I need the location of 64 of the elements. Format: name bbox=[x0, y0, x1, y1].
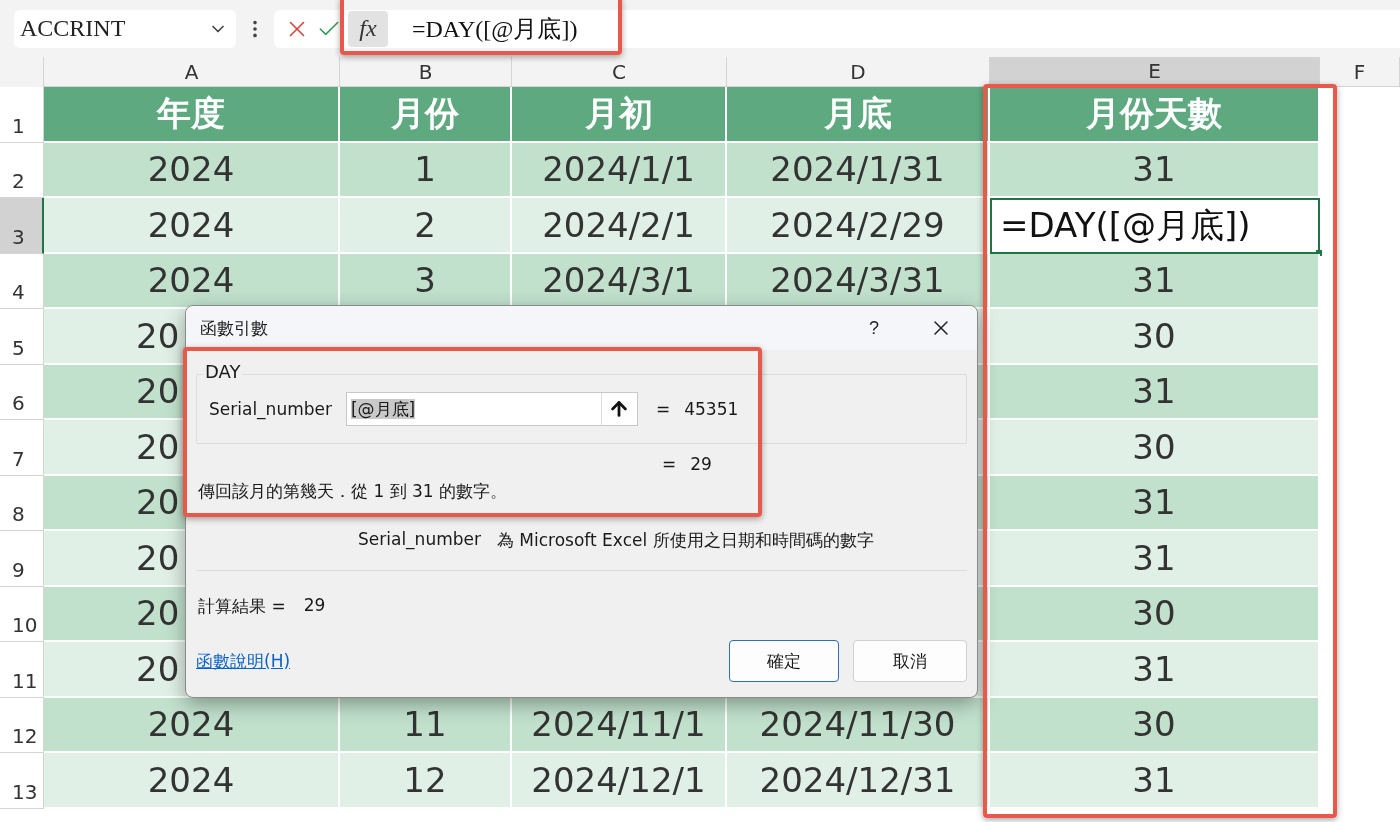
column-header[interactable]: A bbox=[44, 57, 340, 87]
table-cell: 2024/2/1 bbox=[512, 198, 727, 254]
row-header[interactable]: 9 bbox=[0, 531, 44, 587]
column-header[interactable]: D bbox=[727, 57, 990, 87]
table-cell: 11 bbox=[340, 697, 512, 753]
table-cell: 31 bbox=[990, 753, 1320, 809]
argument-value: 45351 bbox=[684, 399, 739, 419]
table-cell: 31 bbox=[990, 642, 1320, 698]
name-box[interactable]: ACCRINT bbox=[14, 9, 236, 48]
table-cell: 31 bbox=[990, 253, 1320, 309]
table-cell: 2024 bbox=[44, 697, 340, 753]
row-header[interactable]: 12 bbox=[0, 697, 44, 753]
table-cell: 30 bbox=[990, 309, 1320, 365]
ok-button[interactable]: 確定 bbox=[729, 640, 839, 682]
formula-field[interactable]: =DAY([@月底]) bbox=[412, 12, 578, 45]
table-cell: 2024 bbox=[44, 198, 340, 254]
active-cell[interactable]: =DAY([@月底]) bbox=[990, 198, 1320, 254]
table-cell: 2024/1/1 bbox=[512, 142, 727, 198]
table-cell: 2024 bbox=[44, 142, 340, 198]
row-header[interactable]: 11 bbox=[0, 642, 44, 698]
formula-result: 29 bbox=[690, 454, 712, 474]
result-label: 計算結果 = bbox=[198, 595, 286, 618]
table-cell: 2024/12/1 bbox=[512, 753, 727, 809]
result-value: 29 bbox=[303, 595, 326, 617]
table-cell: 2 bbox=[340, 198, 512, 254]
row-header[interactable]: 3 bbox=[0, 198, 44, 254]
argument-field[interactable]: [@月底] bbox=[345, 392, 638, 426]
column-header[interactable]: B bbox=[340, 57, 512, 87]
table-cell: 31 bbox=[990, 531, 1320, 587]
row-header[interactable]: 5 bbox=[0, 309, 44, 365]
table-cell: 1 bbox=[340, 142, 512, 198]
row-header[interactable]: 2 bbox=[0, 142, 44, 198]
cancel-button[interactable]: 取消 bbox=[853, 640, 967, 682]
insert-function-button[interactable]: fx bbox=[348, 10, 388, 47]
table-cell: 2024 bbox=[44, 753, 340, 809]
argument-label: Serial_number bbox=[209, 399, 332, 419]
table-cell: 30 bbox=[990, 586, 1320, 642]
header-cell: 年度 bbox=[44, 87, 340, 143]
row-header[interactable]: 8 bbox=[0, 475, 44, 531]
header-cell: 月份天數 bbox=[990, 87, 1320, 143]
row-header[interactable]: 1 bbox=[0, 87, 44, 143]
row-header[interactable]: 7 bbox=[0, 420, 44, 476]
equals-sign: = bbox=[655, 399, 671, 419]
table-cell: 12 bbox=[340, 753, 512, 809]
table-cell: 30 bbox=[990, 697, 1320, 753]
argument-name: Serial_number bbox=[358, 529, 481, 552]
header-cell: 月初 bbox=[512, 87, 727, 143]
help-button[interactable]: ? bbox=[869, 317, 879, 339]
table-cell: 31 bbox=[990, 364, 1320, 420]
column-header[interactable]: E bbox=[990, 57, 1320, 87]
table-cell: 31 bbox=[990, 142, 1320, 198]
argument-description: 為 Microsoft Excel 所使用之日期和時間碼的數字 bbox=[496, 529, 874, 552]
row-header[interactable]: 13 bbox=[0, 753, 44, 809]
table-cell: 31 bbox=[990, 475, 1320, 531]
table-cell: 2024 bbox=[44, 253, 340, 309]
header-cell: 月份 bbox=[340, 87, 512, 143]
table-cell: 30 bbox=[990, 420, 1320, 476]
row-header[interactable]: 10 bbox=[0, 586, 44, 642]
column-header[interactable]: C bbox=[512, 57, 727, 87]
row-header[interactable]: 4 bbox=[0, 253, 44, 309]
dialog-title: 函數引數 bbox=[200, 316, 269, 340]
row-header[interactable]: 6 bbox=[0, 364, 44, 420]
table-cell: 2024/11/1 bbox=[512, 697, 727, 753]
equals-sign: = bbox=[662, 454, 677, 474]
